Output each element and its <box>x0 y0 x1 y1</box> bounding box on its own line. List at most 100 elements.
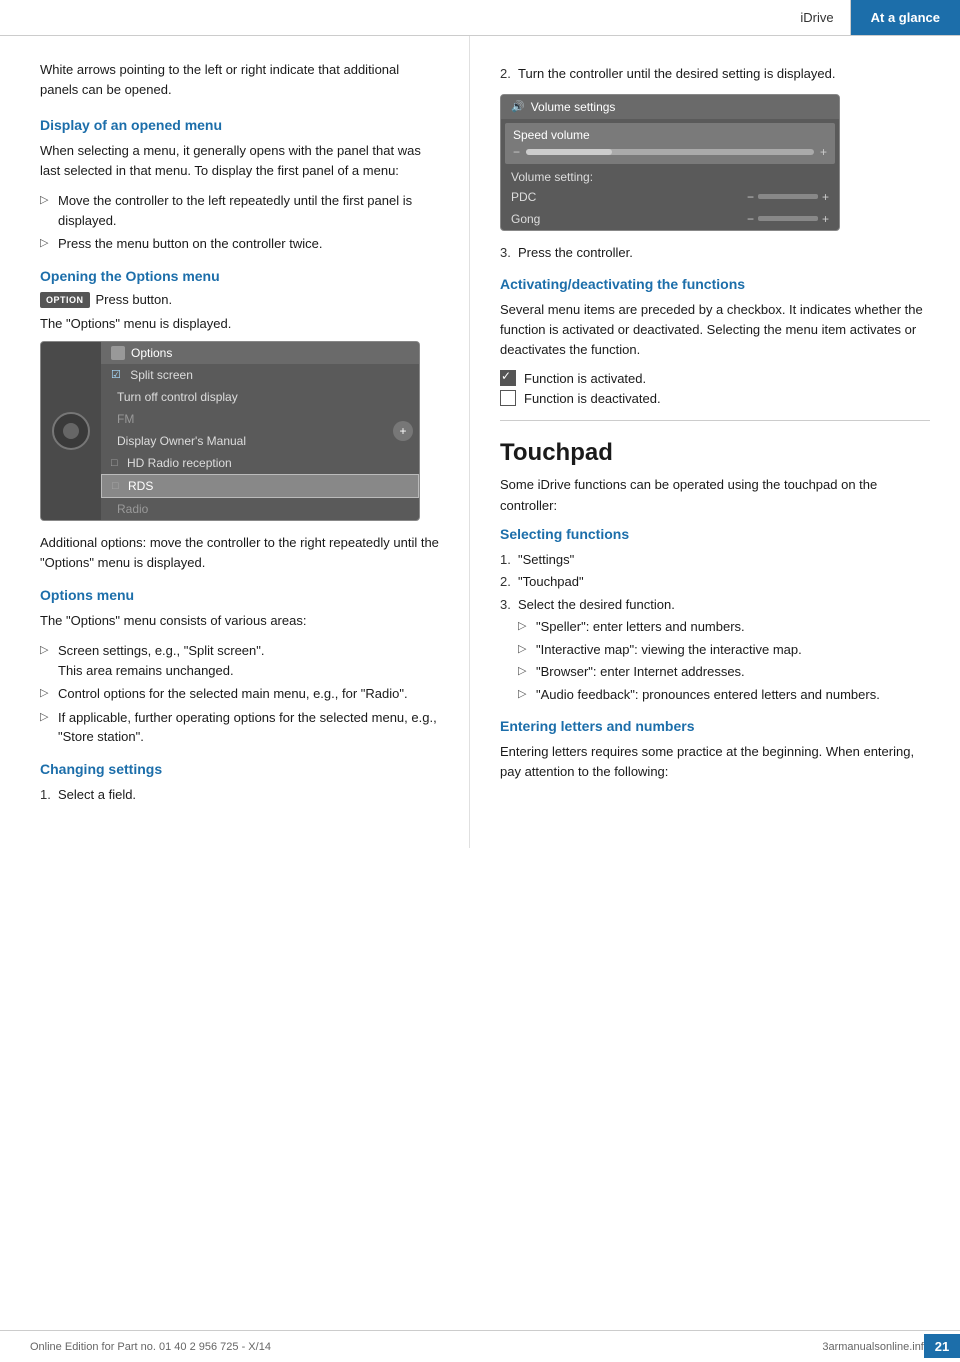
opening-options-section: Opening the Options menu OPTION Press bu… <box>40 268 439 573</box>
options-menu-title: Options menu <box>40 587 439 603</box>
vol-slider-row: − + <box>513 145 827 159</box>
selecting-functions-title: Selecting functions <box>500 526 930 542</box>
selecting-sub-bullets: "Speller": enter letters and numbers. "I… <box>518 617 930 704</box>
menu-item-hd-radio: HD Radio reception <box>101 452 419 474</box>
function-deactivated-text: Function is deactivated. <box>524 391 661 406</box>
bullet-item: Control options for the selected main me… <box>40 684 439 704</box>
press-text: Press button. <box>96 292 173 307</box>
footer-website: 3armanualsonline.info <box>822 1341 930 1353</box>
page-footer: Online Edition for Part no. 01 40 2 956 … <box>0 1330 960 1362</box>
menu-item-rds: RDS <box>101 474 419 498</box>
menu-title-text: Options <box>131 346 172 360</box>
menu-content: Options Split screen Turn off control di… <box>101 342 419 520</box>
left-column: White arrows pointing to the left or rig… <box>0 36 470 848</box>
vol-minus-icon: − <box>513 145 520 159</box>
touchpad-title: Touchpad <box>500 439 930 467</box>
entering-letters-title: Entering letters and numbers <box>500 718 930 734</box>
step-item: Select a field. <box>40 785 439 805</box>
bullet-item: Screen settings, e.g., "Split screen".Th… <box>40 641 439 680</box>
vol-pdc-controls: − + <box>747 190 829 204</box>
function-activated-row: Function is activated. <box>500 370 930 386</box>
menu-screenshot-inner: Options Split screen Turn off control di… <box>41 342 419 520</box>
display-opened-menu-section: Display of an opened menu When selecting… <box>40 117 439 254</box>
display-opened-menu-title: Display of an opened menu <box>40 117 439 133</box>
touchpad-intro: Some iDrive functions can be operated us… <box>500 475 930 515</box>
display-opened-menu-body: When selecting a menu, it generally open… <box>40 141 439 181</box>
divider <box>500 420 930 421</box>
menu-icon <box>111 346 125 360</box>
sub-bullet-item: "Audio feedback": pronounces entered let… <box>518 685 930 705</box>
page-number: 21 <box>924 1334 960 1358</box>
idrive-label: iDrive <box>800 10 833 25</box>
display-opened-menu-bullets: Move the controller to the left repeated… <box>40 191 439 254</box>
touchpad-section: Touchpad Some iDrive functions can be op… <box>500 420 930 782</box>
vol-slider-fill <box>526 149 612 155</box>
controller-inner <box>63 423 79 439</box>
menu-right-btn: + <box>393 421 413 441</box>
vol-gong-track <box>758 216 818 221</box>
activating-section: Activating/deactivating the functions Se… <box>500 276 930 406</box>
options-menu-section: Options menu The "Options" menu consists… <box>40 587 439 747</box>
options-menu-body: The "Options" menu consists of various a… <box>40 611 439 631</box>
menu-item-fm: FM <box>101 408 419 430</box>
activating-body: Several menu items are preceded by a che… <box>500 300 930 360</box>
menu-display-text: The "Options" menu is displayed. <box>40 316 439 331</box>
option-button-img: OPTION <box>40 292 90 308</box>
step-3: Select the desired function. "Speller": … <box>500 595 930 705</box>
function-deactivated-row: Function is deactivated. <box>500 390 930 406</box>
vol-setting-label: Volume setting: <box>501 168 839 186</box>
menu-item-turn-off: Turn off control display <box>101 386 419 408</box>
bullet-item: Move the controller to the left repeated… <box>40 191 439 230</box>
vol-pdc-track <box>758 194 818 199</box>
checkbox-unchecked-icon <box>500 390 516 406</box>
at-glance-tab: At a glance <box>851 0 960 35</box>
vol-gong-row: Gong − + <box>501 208 839 230</box>
step2-list: Turn the controller until the desired se… <box>500 64 930 84</box>
checkbox-checked-icon <box>500 370 516 386</box>
press-button-line: OPTION Press button. <box>40 292 439 308</box>
sub-bullet-item: "Browser": enter Internet addresses. <box>518 662 930 682</box>
vol-plus-icon: + <box>820 145 827 159</box>
selecting-functions-section: Selecting functions "Settings" "Touchpad… <box>500 526 930 705</box>
footer-text: Online Edition for Part no. 01 40 2 956 … <box>30 1341 271 1353</box>
menu-item-owners-manual: Display Owner's Manual <box>101 430 419 452</box>
vol-slider-track <box>526 149 814 155</box>
idrive-tab: iDrive <box>784 0 850 35</box>
bullet-item: Press the menu button on the controller … <box>40 234 439 254</box>
entering-letters-section: Entering letters and numbers Entering le… <box>500 718 930 782</box>
menu-item-split-screen: Split screen <box>101 364 419 386</box>
changing-settings-steps: Select a field. <box>40 785 439 805</box>
selecting-functions-steps: "Settings" "Touchpad" Select the desired… <box>500 550 930 705</box>
intro-text: White arrows pointing to the left or rig… <box>40 60 439 99</box>
changing-settings-title: Changing settings <box>40 761 439 777</box>
sub-bullet-item: "Speller": enter letters and numbers. <box>518 617 930 637</box>
options-menu-bullets: Screen settings, e.g., "Split screen".Th… <box>40 641 439 747</box>
sub-bullet-item: "Interactive map": viewing the interacti… <box>518 640 930 660</box>
vol-speed-volume-label: Speed volume <box>513 128 827 142</box>
menu-title-bar: Options <box>101 342 419 364</box>
changing-settings-section: Changing settings Select a field. <box>40 761 439 805</box>
page-content: White arrows pointing to the left or rig… <box>0 36 960 848</box>
opening-options-title: Opening the Options menu <box>40 268 439 284</box>
menu-left-controls <box>41 342 101 520</box>
vol-speed-volume: Speed volume − + <box>505 123 835 164</box>
step-1: "Settings" <box>500 550 930 570</box>
activating-title: Activating/deactivating the functions <box>500 276 930 292</box>
step3-item: Press the controller. <box>500 243 930 263</box>
vol-title-text: Volume settings <box>531 100 616 114</box>
step-2: "Touchpad" <box>500 572 930 592</box>
menu-item-radio: Radio <box>101 498 419 520</box>
vol-gong-label: Gong <box>511 212 540 226</box>
vol-title-bar: 🔊 Volume settings <box>501 95 839 119</box>
step3-list: Press the controller. <box>500 243 930 263</box>
right-column: Turn the controller until the desired se… <box>470 36 960 848</box>
page-header: iDrive At a glance <box>0 0 960 36</box>
vol-pdc-label: PDC <box>511 190 536 204</box>
options-menu-screenshot: Options Split screen Turn off control di… <box>40 341 420 521</box>
at-glance-label: At a glance <box>871 10 940 25</box>
vol-pdc-row: PDC − + <box>501 186 839 208</box>
step2-item: Turn the controller until the desired se… <box>500 64 930 84</box>
function-activated-text: Function is activated. <box>524 371 646 386</box>
bullet-item: If applicable, further operating options… <box>40 708 439 747</box>
controller-circle <box>52 412 90 450</box>
